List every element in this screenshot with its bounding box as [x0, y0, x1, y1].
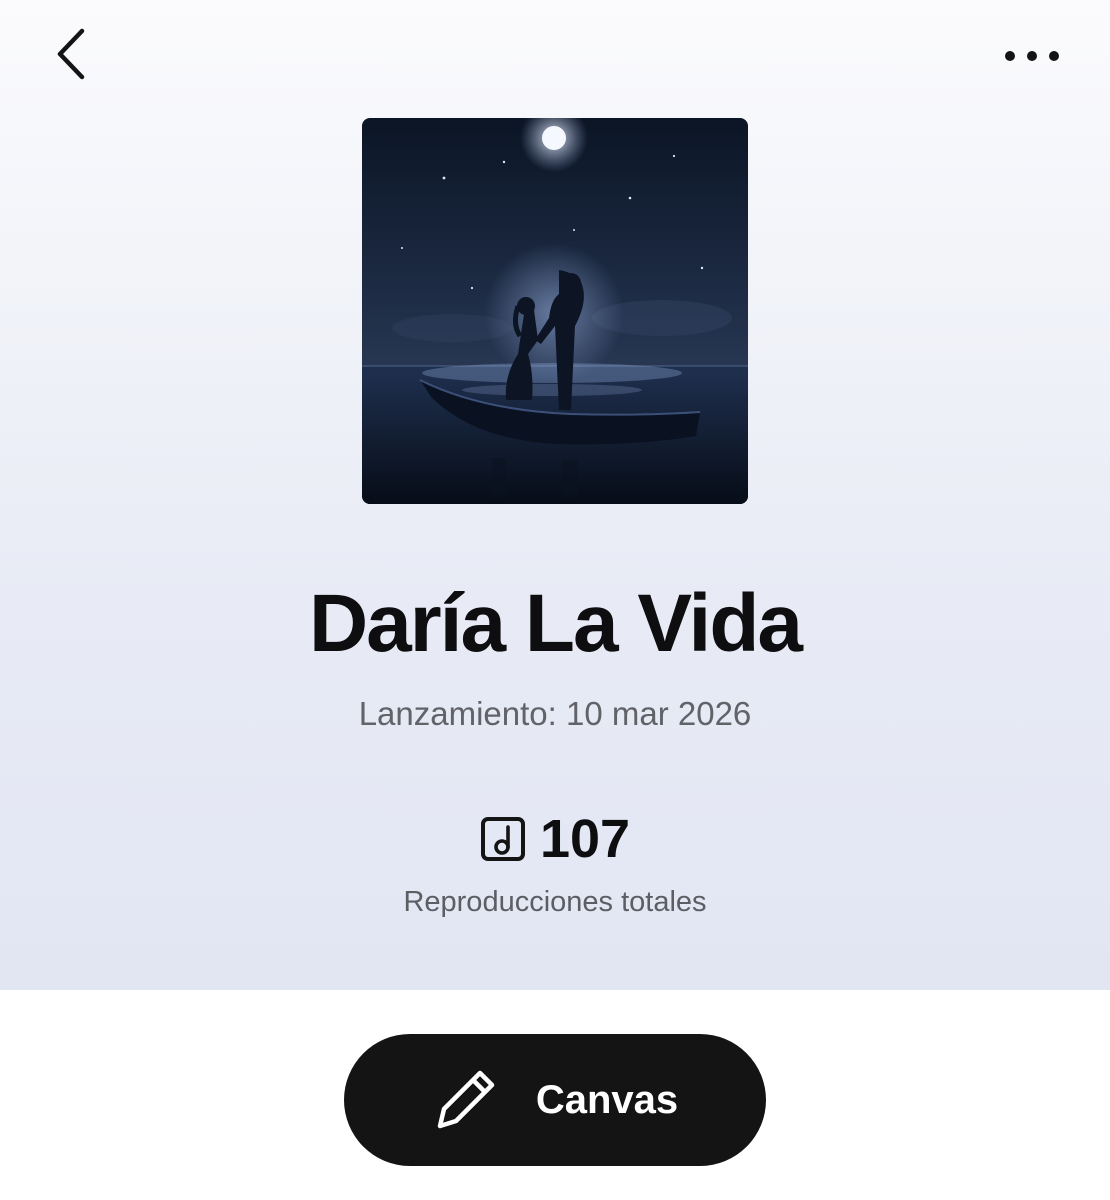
chevron-left-icon [57, 28, 85, 80]
plays-count: 107 [539, 809, 631, 869]
release-date: Lanzamiento: 10 mar 2026 [358, 695, 752, 732]
release-title: Daría La Vida [308, 578, 803, 669]
more-horizontal-icon [1005, 51, 1059, 61]
canvas-button[interactable]: Canvas [344, 1034, 766, 1166]
back-button[interactable] [40, 20, 104, 86]
music-note-square-icon [480, 817, 525, 861]
plays-stat: 107 [0, 808, 1110, 870]
pencil-icon [437, 1070, 495, 1129]
plays-label: Reproducciones totales [403, 886, 707, 918]
canvas-button-label: Canvas [535, 1078, 679, 1122]
cover-art [362, 118, 748, 504]
more-options-button[interactable] [996, 30, 1068, 82]
